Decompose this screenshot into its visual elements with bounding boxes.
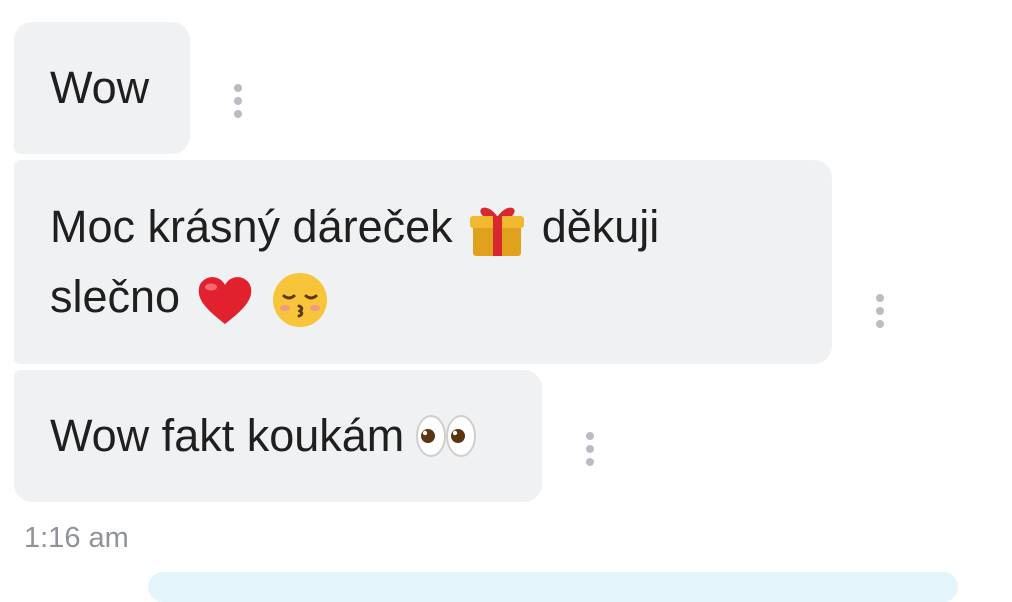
dot <box>234 84 242 92</box>
dot <box>586 445 594 453</box>
message-text-block: Moc krásný dáreček děkuji slečno <box>50 192 659 332</box>
dot <box>586 432 594 440</box>
message-line-2: slečno <box>50 262 659 332</box>
more-options-icon[interactable] <box>584 432 596 466</box>
dot <box>876 320 884 328</box>
message-bubble[interactable]: Moc krásný dáreček děkuji slečno <box>14 160 832 364</box>
eyes-emoji-icon <box>416 415 477 457</box>
message-text-segment: děkuji <box>541 201 660 252</box>
dot <box>876 294 884 302</box>
dot <box>234 110 242 118</box>
message-bubble[interactable]: Wow fakt koukám <box>14 370 542 502</box>
kissing-face-emoji-icon <box>273 273 328 328</box>
message-bubble[interactable]: Wow <box>14 22 190 154</box>
more-options-icon[interactable] <box>874 294 886 328</box>
message-text-segment: Moc krásný dáreček <box>50 201 453 252</box>
dot <box>234 97 242 105</box>
message-timestamp: 1:16 am <box>24 522 129 554</box>
message-text-segment: slečno <box>50 271 181 322</box>
red-heart-emoji-icon <box>198 277 251 325</box>
dot <box>586 458 594 466</box>
more-options-icon[interactable] <box>232 84 244 118</box>
message-line-1: Moc krásný dáreček děkuji <box>50 192 659 262</box>
message-text: Wow <box>50 62 150 113</box>
message-text: Wow fakt koukám <box>50 410 405 461</box>
gift-emoji-icon <box>470 207 525 257</box>
outgoing-message-bubble-partial[interactable] <box>148 572 958 602</box>
dot <box>876 307 884 315</box>
